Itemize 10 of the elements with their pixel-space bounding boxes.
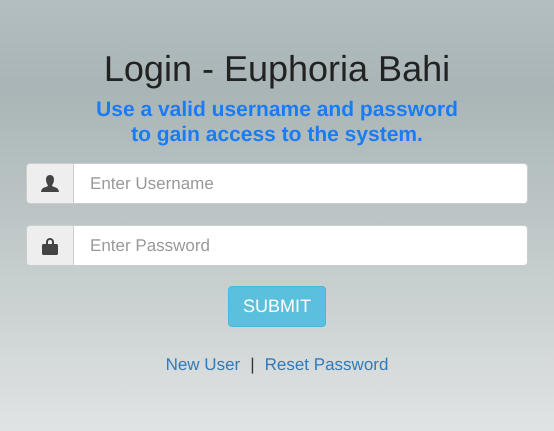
separator: | <box>250 355 255 375</box>
reset-password-link[interactable]: Reset Password <box>264 355 388 375</box>
instruction-text: Use a valid username and password to gain access to the system. <box>96 97 458 147</box>
password-field[interactable]: Enter Password <box>74 225 528 266</box>
username-field[interactable]: Enter Username <box>74 163 528 204</box>
page-title: Login - Euphoria Bahi <box>104 48 450 90</box>
submit-button[interactable]: SUBMIT <box>228 286 326 327</box>
user-icon <box>41 175 59 192</box>
lock-icon <box>42 236 58 254</box>
new-user-link[interactable]: New User <box>166 355 240 375</box>
